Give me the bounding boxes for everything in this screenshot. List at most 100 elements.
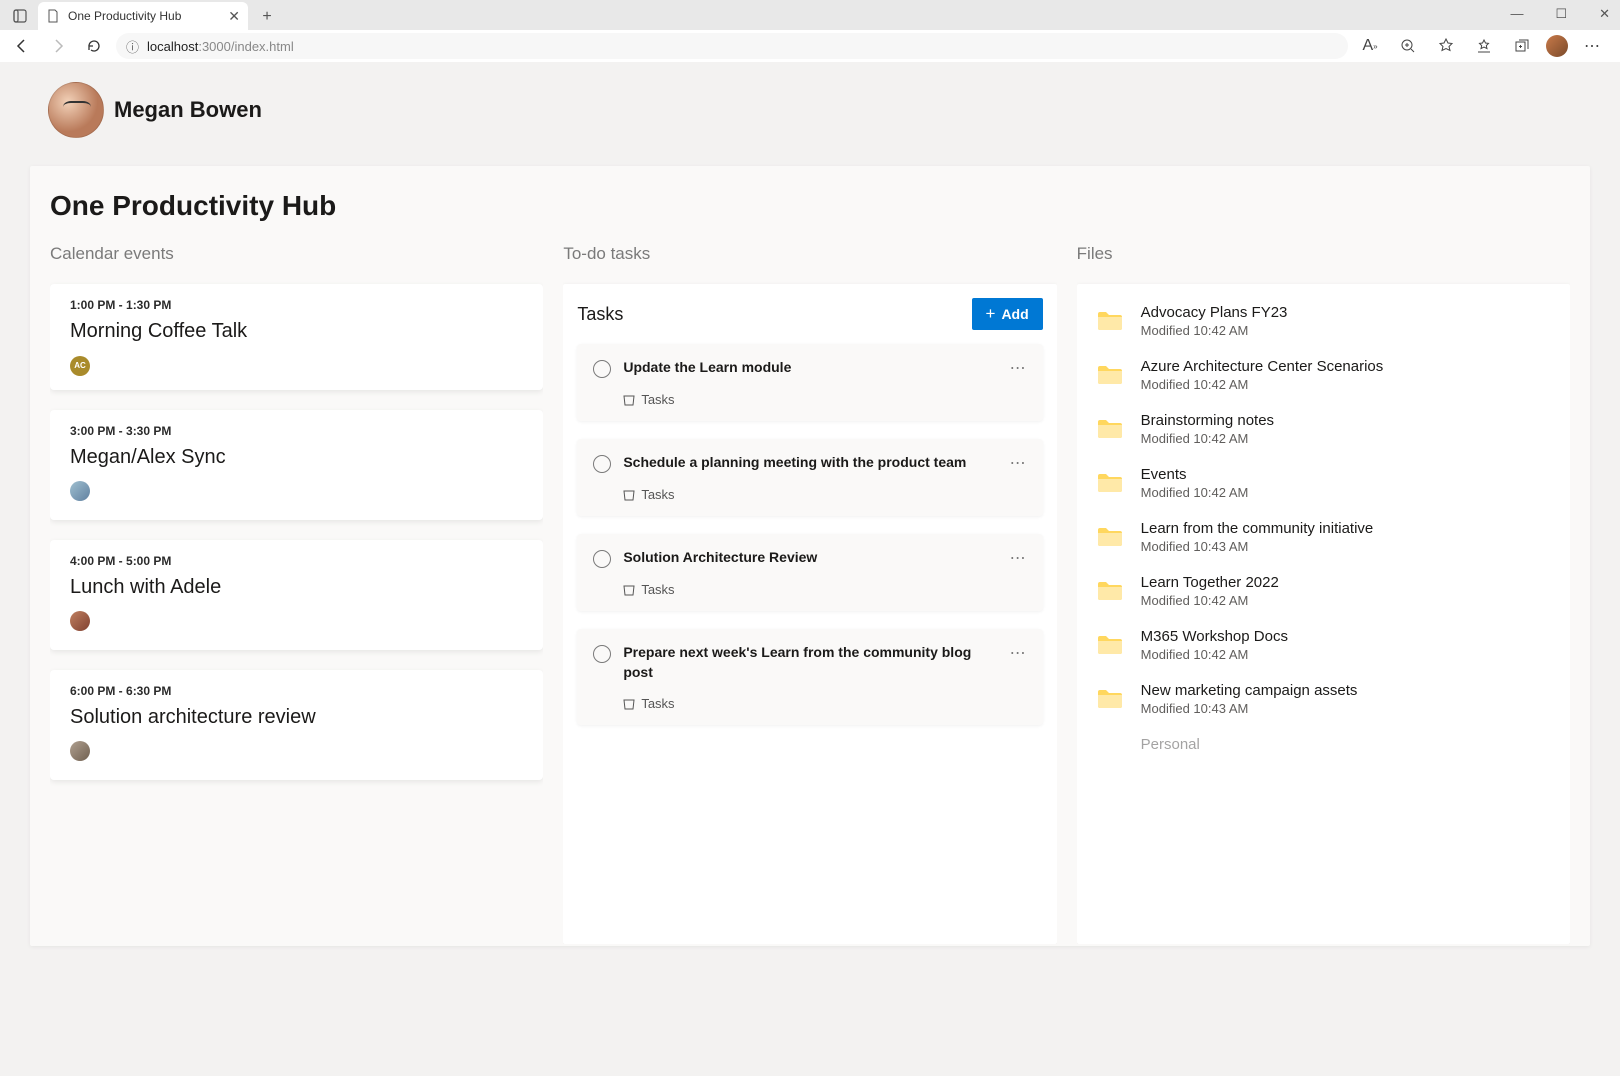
task-category: Tasks: [623, 696, 1026, 711]
task-category-label: Tasks: [641, 582, 674, 597]
file-row[interactable]: Advocacy Plans FY23 Modified 10:42 AM: [1077, 294, 1570, 348]
read-aloud-icon[interactable]: A»: [1356, 32, 1384, 60]
file-modified: Modified 10:42 AM: [1141, 647, 1550, 662]
event-card[interactable]: 3:00 PM - 3:30 PM Megan/Alex Sync: [50, 410, 543, 520]
file-modified: Modified 10:43 AM: [1141, 701, 1550, 716]
task-menu-icon[interactable]: ⋯: [1010, 453, 1027, 473]
folder-icon: [1097, 418, 1123, 440]
files-header: Files: [1077, 244, 1570, 264]
attendee-avatar[interactable]: [70, 481, 90, 501]
file-name: Learn from the community initiative: [1141, 520, 1550, 537]
profile-avatar[interactable]: [1546, 35, 1568, 57]
task-complete-circle[interactable]: [593, 550, 611, 568]
folder-icon: [1097, 310, 1123, 332]
file-row[interactable]: Learn Together 2022 Modified 10:42 AM: [1077, 564, 1570, 618]
bucket-icon: [623, 584, 635, 596]
folder-icon: [1097, 580, 1123, 602]
file-peek[interactable]: Personal: [1077, 726, 1570, 753]
task-card[interactable]: Prepare next week's Learn from the commu…: [577, 629, 1042, 725]
folder-icon: [1097, 634, 1123, 656]
bucket-icon: [623, 394, 635, 406]
task-menu-icon[interactable]: ⋯: [1010, 643, 1027, 663]
task-title: Schedule a planning meeting with the pro…: [623, 453, 966, 473]
task-complete-circle[interactable]: [593, 645, 611, 663]
file-row[interactable]: Brainstorming notes Modified 10:42 AM: [1077, 402, 1570, 456]
event-card[interactable]: 6:00 PM - 6:30 PM Solution architecture …: [50, 670, 543, 780]
event-title: Megan/Alex Sync: [70, 446, 523, 469]
file-row[interactable]: Learn from the community initiative Modi…: [1077, 510, 1570, 564]
maximize-icon[interactable]: ☐: [1555, 6, 1567, 22]
task-complete-circle[interactable]: [593, 455, 611, 473]
settings-menu-icon[interactable]: ⋯: [1578, 32, 1606, 60]
file-name: Events: [1141, 466, 1550, 483]
hub-card: One Productivity Hub Calendar events 1:0…: [30, 166, 1590, 946]
task-title: Solution Architecture Review: [623, 548, 817, 568]
calendar-column: Calendar events 1:00 PM - 1:30 PM Mornin…: [50, 244, 543, 944]
folder-icon: [1097, 526, 1123, 548]
file-modified: Modified 10:42 AM: [1141, 377, 1550, 392]
user-name: Megan Bowen: [114, 97, 262, 123]
refresh-button[interactable]: [80, 32, 108, 60]
files-column: Files Advocacy Plans FY23 Modified 10:42…: [1077, 244, 1570, 944]
event-card[interactable]: 4:00 PM - 5:00 PM Lunch with Adele: [50, 540, 543, 650]
tab-bar: One Productivity Hub ✕ + — ☐ ✕: [0, 0, 1620, 30]
task-category: Tasks: [623, 487, 1026, 502]
attendee-avatar[interactable]: [70, 611, 90, 631]
task-card[interactable]: Update the Learn module ⋯ Tasks: [577, 344, 1042, 421]
file-name: Brainstorming notes: [1141, 412, 1550, 429]
tasks-panel-title: Tasks: [577, 304, 623, 325]
task-menu-icon[interactable]: ⋯: [1010, 548, 1027, 568]
favorites-icon[interactable]: [1470, 32, 1498, 60]
add-label: Add: [1001, 306, 1028, 322]
folder-icon: [1097, 472, 1123, 494]
task-card[interactable]: Schedule a planning meeting with the pro…: [577, 439, 1042, 516]
events-list: 1:00 PM - 1:30 PM Morning Coffee Talk AC…: [50, 284, 543, 800]
browser-tab[interactable]: One Productivity Hub ✕: [38, 2, 248, 30]
tasks-col-header: To-do tasks: [563, 244, 1056, 264]
task-title: Prepare next week's Learn from the commu…: [623, 643, 1001, 682]
zoom-icon[interactable]: [1394, 32, 1422, 60]
minimize-icon[interactable]: —: [1510, 6, 1523, 22]
task-title: Update the Learn module: [623, 358, 791, 378]
new-tab-button[interactable]: +: [254, 4, 280, 30]
task-complete-circle[interactable]: [593, 360, 611, 378]
tasks-panel-header: Tasks + Add: [577, 298, 1042, 330]
url-input[interactable]: ⓘ localhost:3000/index.html: [116, 33, 1348, 59]
calendar-header: Calendar events: [50, 244, 543, 264]
url-text: localhost:3000/index.html: [147, 39, 294, 54]
user-header: Megan Bowen: [48, 82, 1590, 138]
bucket-icon: [623, 489, 635, 501]
bucket-icon: [623, 698, 635, 710]
close-tab-icon[interactable]: ✕: [228, 8, 240, 25]
file-row[interactable]: New marketing campaign assets Modified 1…: [1077, 672, 1570, 726]
back-button[interactable]: [8, 32, 36, 60]
forward-button[interactable]: [44, 32, 72, 60]
add-task-button[interactable]: + Add: [972, 298, 1043, 330]
tasks-list: Update the Learn module ⋯ Tasks Schedule…: [577, 344, 1042, 725]
user-avatar[interactable]: [48, 82, 104, 138]
task-card[interactable]: Solution Architecture Review ⋯ Tasks: [577, 534, 1042, 611]
event-time: 4:00 PM - 5:00 PM: [70, 554, 523, 568]
task-menu-icon[interactable]: ⋯: [1010, 358, 1027, 378]
close-window-icon[interactable]: ✕: [1599, 6, 1610, 22]
tasks-panel: Tasks + Add Update the Learn module ⋯ Ta…: [563, 284, 1056, 944]
tab-actions-icon[interactable]: [6, 2, 34, 30]
site-info-icon[interactable]: ⓘ: [126, 37, 139, 56]
page-body: Megan Bowen One Productivity Hub Calenda…: [0, 62, 1620, 1076]
files-list: Advocacy Plans FY23 Modified 10:42 AM Az…: [1077, 294, 1570, 726]
attendee-avatar[interactable]: AC: [70, 356, 90, 376]
file-modified: Modified 10:43 AM: [1141, 539, 1550, 554]
event-card[interactable]: 1:00 PM - 1:30 PM Morning Coffee Talk AC: [50, 284, 543, 390]
event-time: 3:00 PM - 3:30 PM: [70, 424, 523, 438]
attendee-avatar[interactable]: [70, 741, 90, 761]
file-name: M365 Workshop Docs: [1141, 628, 1550, 645]
file-name: Learn Together 2022: [1141, 574, 1550, 591]
file-row[interactable]: Azure Architecture Center Scenarios Modi…: [1077, 348, 1570, 402]
file-row[interactable]: M365 Workshop Docs Modified 10:42 AM: [1077, 618, 1570, 672]
folder-icon: [1097, 688, 1123, 710]
file-modified: Modified 10:42 AM: [1141, 431, 1550, 446]
collections-icon[interactable]: [1508, 32, 1536, 60]
favorite-star-icon[interactable]: [1432, 32, 1460, 60]
file-modified: Modified 10:42 AM: [1141, 323, 1550, 338]
file-row[interactable]: Events Modified 10:42 AM: [1077, 456, 1570, 510]
